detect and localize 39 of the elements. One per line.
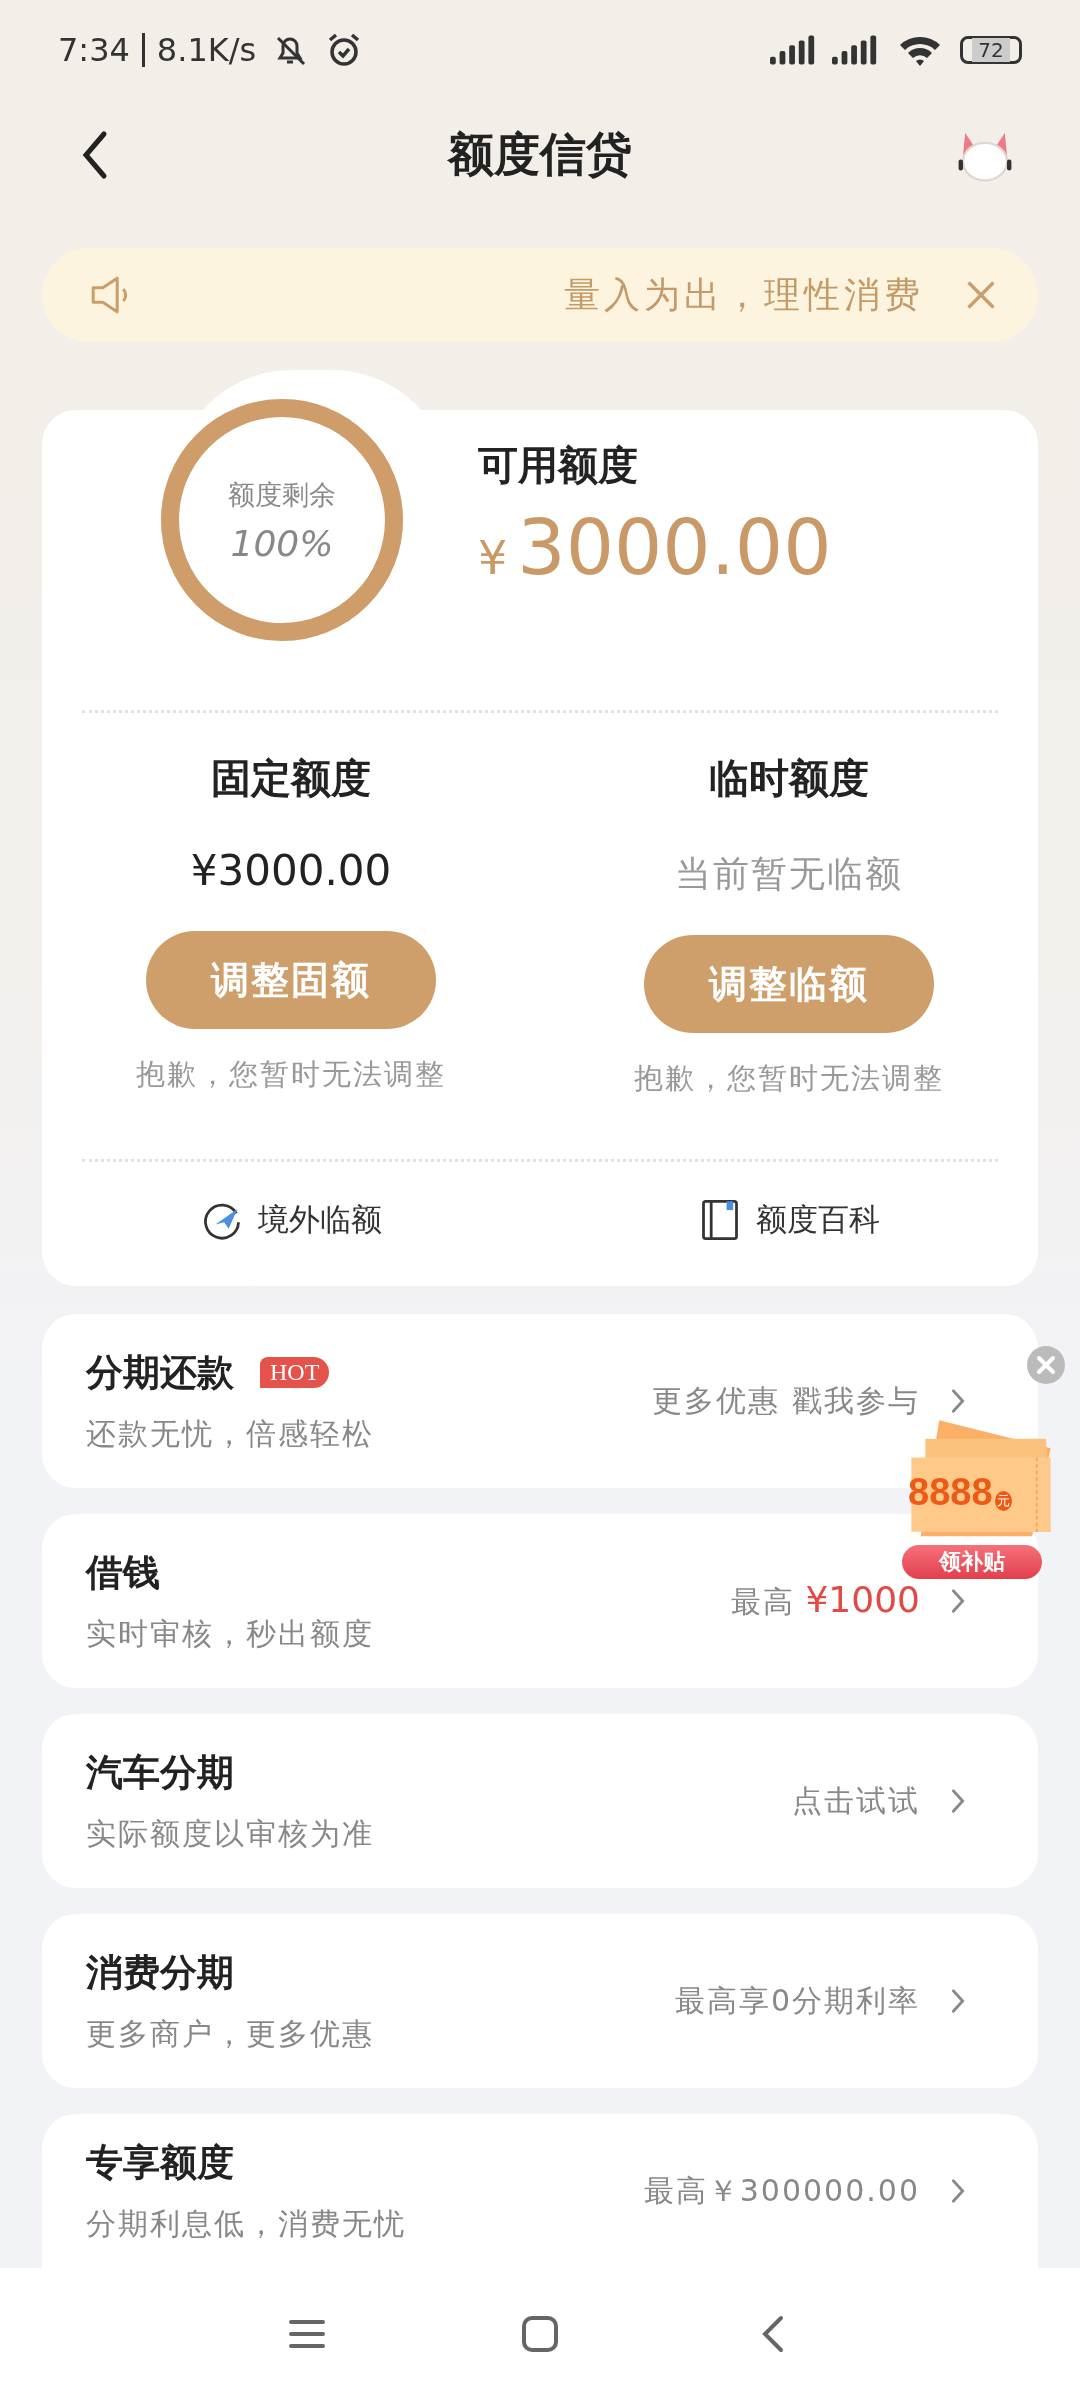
ring-value: 100%	[230, 522, 334, 564]
adjust-note: 抱歉，您暂时无法调整	[136, 1056, 446, 1093]
link-label[interactable]: 额度百科	[756, 1199, 880, 1241]
product-offer: 最高享0分期利率	[674, 1981, 920, 2020]
battery-icon: 72	[960, 36, 1022, 64]
product-card[interactable]: 消费分期 更多商户，更多优惠 最高享0分期利率	[42, 1914, 1038, 2088]
offer-amount: ¥1000	[805, 1579, 920, 1620]
currency-sign: ¥	[478, 531, 508, 585]
product-card[interactable]: 汽车分期 实际额度以审核为准 点击试试	[42, 1714, 1038, 1888]
product-subtitle: 分期利息低，消费无忧	[86, 2204, 406, 2243]
quota-title: 临时额度	[709, 754, 869, 803]
product-title: 分期还款	[86, 1349, 234, 1396]
product-offer: 更多优惠 戳我参与	[652, 1381, 920, 1420]
product-subtitle: 更多商户，更多优惠	[86, 2014, 374, 2053]
adjust-note: 抱歉，您暂时无法调整	[634, 1060, 944, 1097]
quota-status: 当前暂无临额	[675, 852, 903, 896]
page-title: 额度信贷	[446, 126, 633, 183]
product-subtitle: 实时审核，秒出额度	[86, 1614, 374, 1653]
available-label: 可用额度	[478, 441, 639, 490]
clock-time: 7:34	[58, 31, 130, 69]
product-card[interactable]: 专享额度 分期利息低，消费无忧 最高￥300000.00	[42, 2114, 1038, 2268]
product-subtitle: 实际额度以审核为准	[86, 1814, 374, 1853]
hot-badge: HOT	[260, 1357, 330, 1388]
quota-amount: ¥3000.00	[190, 846, 392, 895]
product-offer: 最高	[731, 1583, 796, 1621]
product-title: 汽车分期	[86, 1749, 234, 1796]
product-offer: 最高￥300000.00	[643, 2171, 920, 2210]
product-title: 借钱	[86, 1549, 160, 1596]
product-title: 专享额度	[86, 2139, 234, 2186]
quota-title: 固定额度	[211, 754, 371, 803]
product-subtitle: 还款无忧，倍感轻松	[86, 1414, 374, 1453]
product-offer: 点击试试	[792, 1781, 920, 1820]
available-amount: 3000.00	[517, 503, 832, 592]
ring-label: 额度剩余	[228, 477, 336, 512]
notice-text: 量入为出，理性消费	[563, 272, 924, 317]
home-icon[interactable]	[520, 2314, 560, 2354]
link-label[interactable]: 境外临额	[258, 1199, 382, 1241]
network-speed: 8.1K/s	[156, 31, 257, 69]
product-title: 消费分期	[86, 1949, 234, 1996]
